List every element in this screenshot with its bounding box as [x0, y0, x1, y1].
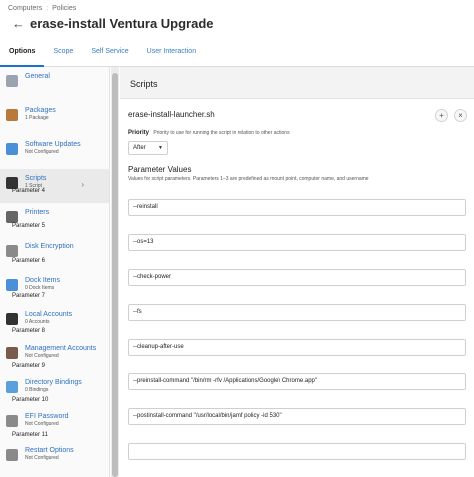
breadcrumb-computers[interactable]: Computers [8, 5, 42, 12]
parameter-values-title: Parameter Values [128, 165, 192, 174]
sidebar-item-sub: 0 Accounts [25, 319, 50, 325]
parameter-5-input[interactable]: --os=13 [128, 234, 466, 251]
management-accounts-icon [6, 347, 18, 359]
sidebar-item-software-updates[interactable]: Software Updates Not Configured [0, 135, 109, 169]
parameter-5-label: Parameter 5 [12, 223, 46, 229]
parameter-6-input[interactable]: --check-power [128, 269, 466, 286]
sidebar-item-scripts[interactable]: Scripts 1 Script › [0, 169, 109, 203]
parameter-7-input[interactable]: --fs [128, 304, 466, 321]
parameter-9-input[interactable]: --preinstall-command "/bin/rm -rfv /Appl… [128, 373, 466, 390]
breadcrumb: Computers : Policies [8, 5, 76, 12]
sidebar-item-sub: Not Configured [25, 149, 59, 155]
tab-options[interactable]: Options [0, 38, 45, 67]
sidebar-item-label: Software Updates [25, 141, 81, 148]
priority-select[interactable]: After ▼ [128, 141, 168, 155]
sidebar-item-label: Scripts [25, 175, 47, 182]
parameter-11-input[interactable] [128, 443, 466, 460]
page-header: Computers : Policies ← erase-install Ven… [0, 0, 474, 38]
breadcrumb-separator: : [46, 5, 49, 12]
sidebar-item-label: General [25, 73, 50, 80]
sidebar-item-sub: Not Configured [25, 421, 59, 427]
printer-icon [6, 211, 18, 223]
parameter-4-input[interactable]: --reinstall [128, 199, 466, 216]
parameter-8-label: Parameter 8 [12, 328, 46, 334]
sidebar-item-restart-options[interactable]: Restart Options Not Configured [0, 441, 109, 475]
priority-hint: Priority to use for running the script i… [153, 130, 290, 136]
parameter-8-input[interactable]: --cleanup-after-use [128, 339, 466, 356]
priority-value: After [133, 145, 146, 151]
sidebar-item-label: Printers [25, 209, 50, 216]
tab-user-interaction[interactable]: User Interaction [138, 38, 205, 67]
sidebar-item-label: Dock Items [25, 277, 61, 284]
sidebar-item-packages[interactable]: Packages 1 Package [0, 101, 109, 135]
sidebar-item-label: Disk Encryption [25, 243, 74, 250]
software-updates-icon [6, 143, 18, 155]
options-sidebar: General Packages 1 Package Software Upda… [0, 67, 110, 477]
breadcrumb-policies[interactable]: Policies [52, 5, 76, 12]
local-accounts-icon [6, 313, 18, 325]
sidebar-scrollbar[interactable] [111, 67, 119, 477]
scrollbar-thumb[interactable] [112, 73, 118, 477]
sidebar-item-sub: 0 Dock Items [25, 285, 55, 291]
sidebar-item-dock-items[interactable]: Dock Items 0 Dock Items [0, 271, 109, 305]
general-icon [6, 75, 18, 87]
tab-self-service[interactable]: Self Service [82, 38, 137, 67]
sidebar-item-general[interactable]: General [0, 67, 109, 101]
sidebar-item-printers[interactable]: Printers [0, 203, 109, 237]
package-icon [6, 109, 18, 121]
parameter-7-label: Parameter 7 [12, 293, 46, 299]
chevron-down-icon: ▼ [158, 145, 163, 151]
add-script-button[interactable]: + [435, 109, 448, 122]
dock-icon [6, 279, 18, 291]
script-name: erase-install-launcher.sh [128, 110, 215, 119]
sidebar-item-sub: Not Configured [25, 353, 59, 359]
directory-bindings-icon [6, 381, 18, 393]
sidebar-item-label: Packages [25, 107, 56, 114]
sidebar-item-disk-encryption[interactable]: Disk Encryption [0, 237, 109, 271]
restart-icon [6, 449, 18, 461]
parameter-9-label: Parameter 9 [12, 363, 46, 369]
sidebar-item-label: Restart Options [25, 447, 74, 454]
parameter-10-input[interactable]: --postinstall-command "/usr/local/bin/ja… [128, 408, 466, 425]
sidebar-item-sub: 0 Bindings [25, 387, 49, 393]
sidebar-item-label: Local Accounts [25, 311, 73, 318]
sidebar-item-sub: 1 Package [25, 115, 49, 121]
sidebar-item-label: EFI Password [25, 413, 69, 420]
priority-label: Priority [128, 130, 150, 136]
parameter-6-label: Parameter 6 [12, 258, 46, 264]
section-title: Scripts [130, 79, 158, 89]
parameter-10-label: Parameter 10 [12, 397, 49, 403]
parameter-11-label: Parameter 11 [12, 432, 48, 438]
chevron-right-icon: › [81, 180, 84, 189]
priority-row: Priority Priority to use for running the… [128, 130, 290, 136]
page-title: erase-install Ventura Upgrade [30, 15, 214, 31]
efi-password-icon [6, 415, 18, 427]
disk-encryption-icon [6, 245, 18, 257]
sidebar-item-label: Management Accounts [25, 345, 97, 352]
sidebar-item-label: Directory Bindings [25, 379, 82, 386]
tab-bar: Options Scope Self Service User Interact… [0, 38, 474, 67]
remove-script-button[interactable]: × [454, 109, 467, 122]
parameter-values-description: Values for script parameters. Parameters… [128, 176, 369, 182]
sidebar-item-sub: Not Configured [25, 455, 59, 461]
tab-scope[interactable]: Scope [44, 38, 82, 67]
parameter-4-label: Parameter 4 [12, 188, 46, 194]
back-arrow-icon[interactable]: ← [12, 16, 30, 31]
